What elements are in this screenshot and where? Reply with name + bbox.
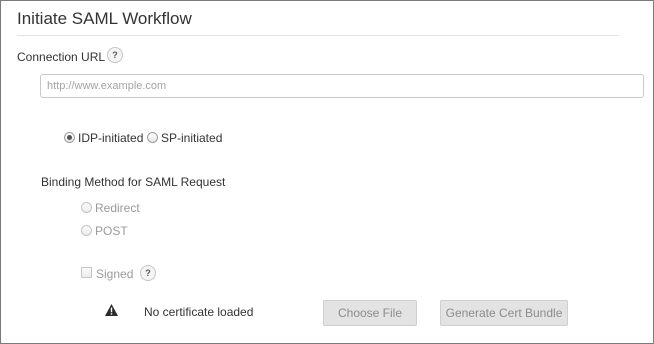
- sp-initiated-label[interactable]: SP-initiated: [161, 131, 222, 145]
- signed-help-icon[interactable]: ?: [140, 265, 156, 281]
- binding-method-label: Binding Method for SAML Request: [41, 175, 226, 189]
- connection-url-help-icon[interactable]: ?: [107, 47, 123, 63]
- choose-file-button[interactable]: Choose File: [323, 300, 417, 326]
- generate-cert-bundle-button[interactable]: Generate Cert Bundle: [440, 300, 568, 326]
- idp-initiated-radio[interactable]: [64, 132, 75, 143]
- certificate-status: No certificate loaded: [144, 305, 254, 319]
- saml-workflow-panel: Initiate SAML Workflow Connection URL ? …: [0, 0, 654, 344]
- post-label: POST: [95, 224, 128, 238]
- sp-initiated-radio[interactable]: [147, 132, 158, 143]
- idp-initiated-label[interactable]: IDP-initiated: [78, 131, 143, 145]
- signed-label: Signed: [96, 267, 134, 281]
- panel-title: Initiate SAML Workflow: [17, 9, 192, 28]
- connection-url-label: Connection URL: [17, 50, 106, 64]
- redirect-radio[interactable]: [81, 202, 92, 213]
- post-radio[interactable]: [81, 225, 92, 236]
- warning-icon: [105, 304, 118, 316]
- signed-checkbox[interactable]: [81, 267, 92, 278]
- redirect-label: Redirect: [95, 201, 140, 215]
- connection-url-input[interactable]: [40, 74, 644, 98]
- title-divider: [17, 35, 619, 36]
